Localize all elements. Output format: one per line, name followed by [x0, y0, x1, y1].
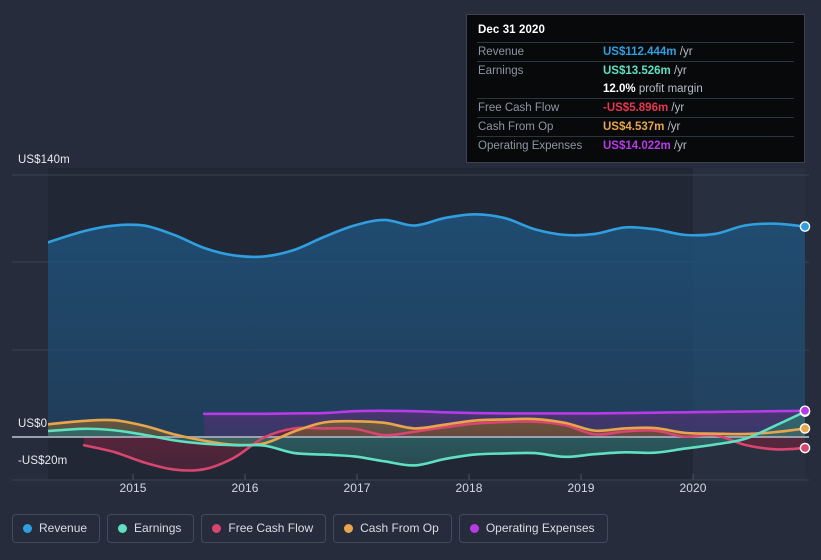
- legend-label-free-cash-flow: Free Cash Flow: [228, 521, 314, 535]
- tooltip-row-cash-from-op: Cash From Op US$4.537m /yr: [477, 117, 794, 137]
- tooltip-amount-revenue: US$112.444m: [603, 46, 677, 58]
- x-axis-label-2020: 2020: [679, 481, 707, 495]
- tooltip-amount-operating-expenses: US$14.022m: [603, 140, 671, 152]
- x-axis-label-2019: 2019: [567, 481, 595, 495]
- chart-tooltip: Dec 31 2020 Revenue US$112.444m /yr Earn…: [466, 14, 805, 163]
- legend-label-revenue: Revenue: [39, 521, 88, 535]
- tooltip-value-cash-from-op: US$4.537m /yr: [602, 117, 794, 137]
- endpoint-cash-from-op: [799, 423, 811, 434]
- tooltip-unit-earnings: /yr: [673, 65, 687, 77]
- tooltip-key-free-cash-flow: Free Cash Flow: [477, 98, 602, 118]
- tooltip-value-free-cash-flow: -US$5.896m /yr: [602, 98, 794, 118]
- endpoint-operating-expenses: [799, 405, 811, 417]
- chart-legend: Revenue Earnings Free Cash Flow Cash Fro…: [12, 514, 608, 543]
- legend-label-operating-expenses: Operating Expenses: [485, 521, 595, 535]
- tooltip-row-revenue: Revenue US$112.444m /yr: [477, 42, 794, 62]
- tooltip-unit-operating-expenses: /yr: [673, 140, 687, 152]
- tooltip-value-operating-expenses: US$14.022m /yr: [602, 136, 794, 155]
- tooltip-amount-cash-from-op: US$4.537m: [603, 121, 665, 133]
- tooltip-unit-revenue: /yr: [679, 46, 693, 58]
- tooltip-value-revenue: US$112.444m /yr: [602, 42, 794, 62]
- y-axis-label-zero: US$0: [18, 418, 48, 430]
- legend-dot-free-cash-flow: [212, 524, 222, 533]
- legend-label-earnings: Earnings: [134, 521, 182, 535]
- y-axis-label-top: US$140m: [18, 154, 70, 166]
- legend-label-cash-from-op: Cash From Op: [360, 521, 439, 535]
- tooltip-unit-profit-margin: profit margin: [638, 83, 703, 95]
- tooltip-value-earnings: US$13.526m /yr: [602, 61, 794, 80]
- legend-item-earnings[interactable]: Earnings: [107, 514, 195, 543]
- tooltip-row-earnings: Earnings US$13.526m /yr: [477, 61, 794, 80]
- legend-dot-revenue: [23, 524, 32, 533]
- chart-page: US$140m US$0 -US$20m 2015 2016 2017 2018…: [0, 0, 821, 560]
- tooltip-unit-free-cash-flow: /yr: [671, 102, 685, 114]
- tooltip-amount-free-cash-flow: -US$5.896m: [603, 102, 669, 114]
- x-axis-label-2015: 2015: [119, 481, 147, 495]
- legend-dot-operating-expenses: [469, 524, 479, 533]
- tooltip-rows: Revenue US$112.444m /yr Earnings US$13.5…: [477, 42, 794, 155]
- endpoint-free-cash-flow: [799, 442, 811, 454]
- x-axis-label-2016: 2016: [231, 481, 259, 495]
- tooltip-key-revenue: Revenue: [477, 42, 602, 62]
- tooltip-key-cash-from-op: Cash From Op: [477, 117, 602, 137]
- x-axis-label-2017: 2017: [343, 481, 371, 495]
- tooltip-amount-earnings: US$13.526m: [603, 65, 671, 77]
- tooltip-key-profit-margin: [477, 80, 602, 99]
- endpoint-revenue: [799, 221, 811, 232]
- tooltip-key-earnings: Earnings: [477, 61, 602, 80]
- tooltip-row-profit-margin: 12.0% profit margin: [477, 80, 794, 99]
- tooltip-key-operating-expenses: Operating Expenses: [477, 136, 602, 155]
- tooltip-unit-cash-from-op: /yr: [667, 121, 681, 133]
- x-axis-label-2018: 2018: [455, 481, 483, 495]
- legend-dot-earnings: [118, 524, 128, 533]
- area-revenue: [48, 214, 805, 437]
- legend-item-cash-from-op[interactable]: Cash From Op: [333, 514, 452, 543]
- tooltip-row-free-cash-flow: Free Cash Flow -US$5.896m /yr: [477, 98, 794, 118]
- legend-dot-cash-from-op: [344, 524, 354, 533]
- legend-item-operating-expenses[interactable]: Operating Expenses: [458, 514, 608, 543]
- legend-item-free-cash-flow[interactable]: Free Cash Flow: [201, 514, 327, 543]
- tooltip-value-profit-margin: 12.0% profit margin: [602, 80, 794, 99]
- y-axis-label-bottom: -US$20m: [18, 455, 68, 467]
- legend-item-revenue[interactable]: Revenue: [12, 514, 101, 543]
- tooltip-amount-profit-margin: 12.0%: [603, 83, 636, 95]
- tooltip-date: Dec 31 2020: [478, 24, 545, 36]
- tooltip-row-operating-expenses: Operating Expenses US$14.022m /yr: [477, 136, 794, 155]
